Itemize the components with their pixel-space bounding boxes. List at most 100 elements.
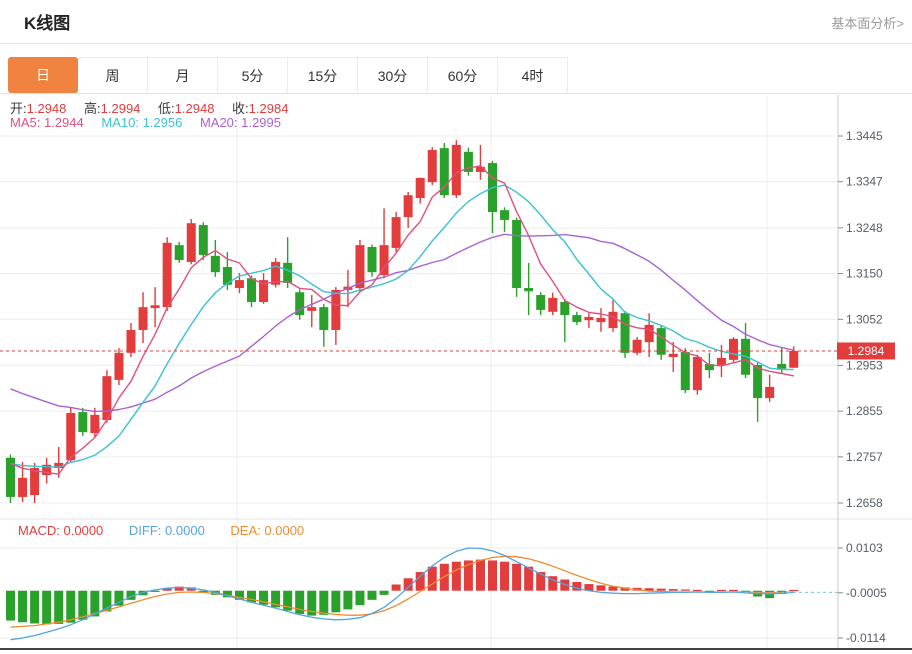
high-label: 高: (84, 101, 101, 116)
candle-down (753, 365, 762, 398)
macd-bar-down (66, 591, 75, 623)
macd-bar-up (476, 560, 485, 591)
macd-bar-down (319, 591, 328, 615)
macd-bar-down (90, 591, 99, 617)
diff-label: DIFF: (129, 523, 162, 538)
ma10-label: MA10: (101, 115, 139, 130)
ma-legend: MA5: 1.2944 MA10: 1.2956 MA20: 1.2995 (10, 115, 295, 130)
candle-up (54, 463, 63, 468)
candle-up (66, 413, 75, 460)
candle-up (452, 145, 461, 195)
candle-up (633, 340, 642, 353)
candle-up (331, 290, 340, 330)
candle-down (681, 352, 690, 390)
pane-borders (0, 95, 912, 649)
candle-down (368, 247, 377, 272)
candle-up (307, 307, 316, 311)
macd-bar-up (729, 590, 738, 591)
candle-down (6, 458, 15, 497)
candle-down (488, 163, 497, 212)
macd-bar-down (705, 591, 714, 592)
period-tab-5[interactable]: 30分 (358, 57, 428, 93)
candle-up (139, 307, 148, 330)
candle-down (464, 152, 473, 172)
candles (6, 140, 798, 503)
ma10-line (11, 185, 794, 467)
candle-down (512, 220, 521, 288)
macd-bar-down (127, 591, 136, 600)
candle-up (645, 325, 654, 342)
macd-bar-up (464, 560, 473, 590)
macd-bar-down (283, 591, 292, 611)
fundamental-analysis-link[interactable]: 基本面分析> (831, 13, 904, 32)
close-value: 1.2984 (249, 101, 289, 116)
macd-bar-up (500, 562, 509, 591)
macd-bar-down (368, 591, 377, 600)
macd-bar-up (440, 564, 449, 591)
candle-up (729, 339, 738, 360)
macd-bar-down (18, 591, 27, 623)
candle-up (392, 217, 401, 248)
candle-up (114, 353, 123, 380)
macd-bar-up (633, 588, 642, 591)
period-tab-0[interactable]: 日 (8, 57, 78, 93)
macd-bar-up (512, 564, 521, 591)
macd-bar-up (428, 567, 437, 591)
macd-bar-down (54, 591, 63, 624)
candle-down (211, 256, 220, 272)
candle-up (30, 468, 39, 495)
macd-legend: MACD: 0.0000 DIFF: 0.0000 DEA: 0.0000 (18, 523, 326, 538)
macd-bar-up (404, 578, 413, 590)
candle-down (524, 288, 533, 291)
macd-bar-up (584, 584, 593, 591)
candle-down (777, 364, 786, 369)
diff-line (11, 548, 794, 640)
candle-up (259, 280, 268, 302)
candle-up (380, 245, 389, 275)
low-item: 低:1.2948 (158, 101, 214, 116)
macd-bar-down (78, 591, 87, 620)
kline-page: K线图 基本面分析> 日周月5分15分30分60分4时 开:1.2948 高:1… (0, 0, 912, 654)
macd-bar-down (765, 591, 774, 598)
macd-bar-up (669, 589, 678, 591)
macd-bar-down (223, 591, 232, 598)
macd-bar-down (295, 591, 304, 614)
diff-item: DIFF: 0.0000 (129, 523, 205, 538)
macd-bar-up (536, 572, 545, 591)
macd-bar-down (247, 591, 256, 603)
candle-up (18, 478, 27, 497)
macd-value: 0.0000 (64, 523, 104, 538)
candle-up (476, 167, 485, 172)
period-tab-7[interactable]: 4时 (498, 57, 568, 93)
candle-down (319, 307, 328, 330)
period-tab-1[interactable]: 周 (78, 57, 148, 93)
period-tab-3[interactable]: 5分 (218, 57, 288, 93)
macd-bar-down (777, 591, 786, 594)
macd-bar-down (259, 591, 268, 605)
dea-value: 0.0000 (264, 523, 304, 538)
candle-down (78, 412, 87, 432)
candle-up (151, 305, 160, 308)
ma5-value: 1.2944 (44, 115, 84, 130)
candle-up (355, 245, 364, 288)
candle-down (657, 328, 666, 355)
period-tab-2[interactable]: 月 (148, 57, 218, 93)
macd-bar-down (343, 591, 352, 610)
ma20-label: MA20: (200, 115, 238, 130)
ma20-line (11, 234, 794, 411)
candle-down (572, 315, 581, 322)
price-axis-label: 1.3150 (846, 267, 883, 281)
macd-bar-up (645, 588, 654, 590)
macd-bar-up (524, 567, 533, 591)
price-axis: 1.34451.33471.32481.31501.30521.29531.28… (838, 129, 883, 510)
dea-item: DEA: 0.0000 (230, 523, 304, 538)
high-value: 1.2994 (101, 101, 141, 116)
macd-bar-down (380, 591, 389, 595)
macd-bar-down (307, 591, 316, 616)
candle-down (283, 263, 292, 283)
dea-line (11, 556, 794, 627)
period-tab-4[interactable]: 15分 (288, 57, 358, 93)
candle-up (163, 243, 172, 307)
candle-up (42, 465, 51, 475)
period-tab-6[interactable]: 60分 (428, 57, 498, 93)
